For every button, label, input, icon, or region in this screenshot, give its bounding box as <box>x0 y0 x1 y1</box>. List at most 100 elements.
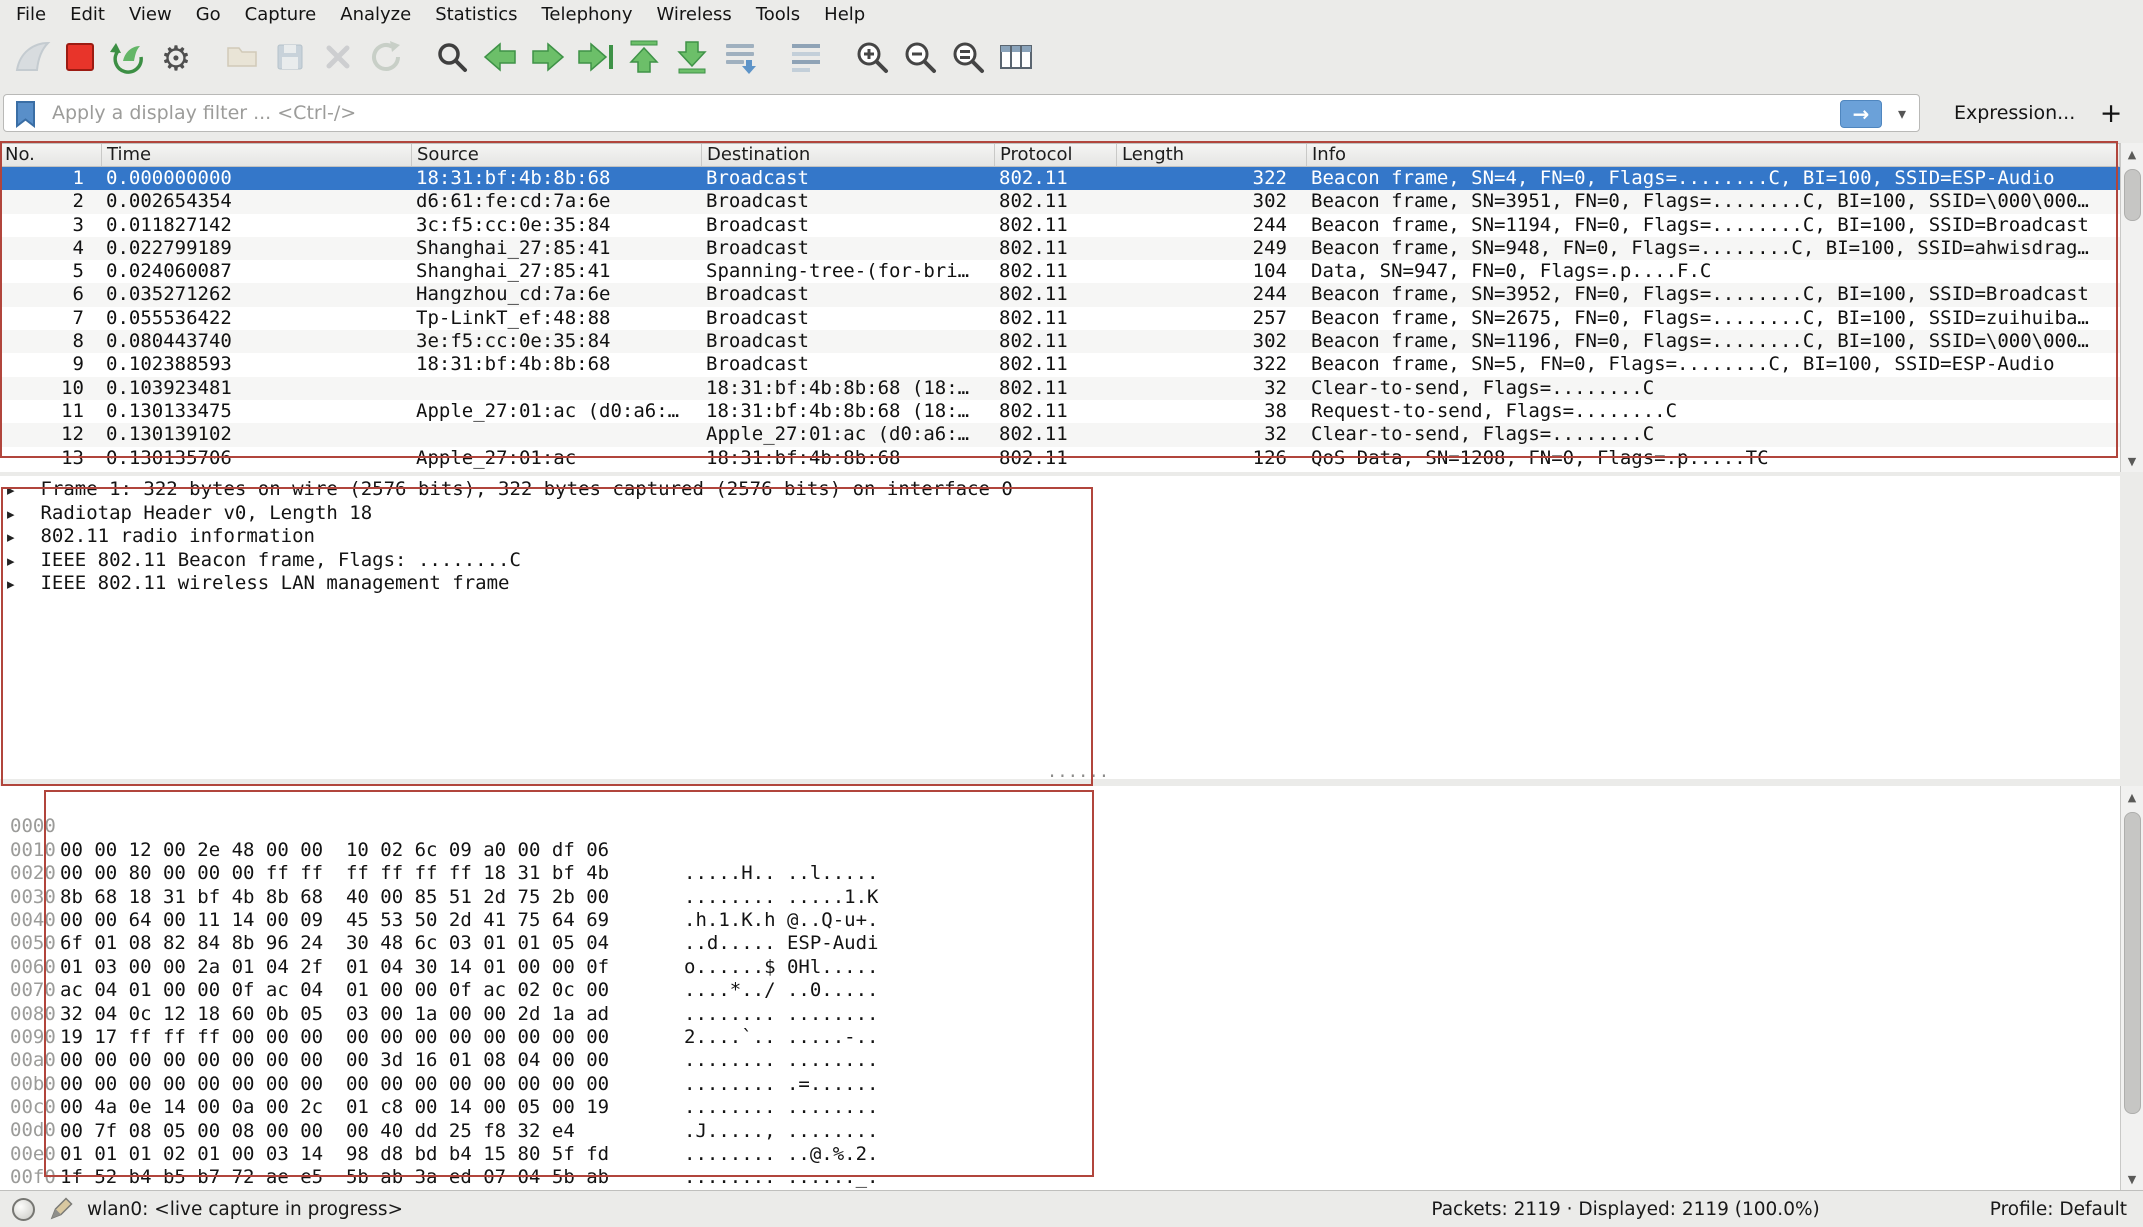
packet-list-scrollbar-thumb[interactable] <box>2124 169 2141 221</box>
splitter-handle-icon[interactable]: ······ <box>1000 764 1160 788</box>
column-header-no[interactable]: No. <box>0 144 102 166</box>
scroll-down-icon[interactable]: ▼ <box>2121 450 2143 472</box>
scroll-down-icon[interactable]: ▼ <box>2121 1168 2143 1190</box>
packet-protocol: 802.11 <box>995 400 1117 423</box>
hex-row[interactable]: 00f0 3a ed dd 09 00 10 18 02 03 00 9c 00… <box>0 1143 2120 1166</box>
hex-row[interactable]: 0020 8b 68 18 31 bf 4b 8b 68 40 00 85 51… <box>0 839 2120 862</box>
menu-item[interactable]: Wireless <box>644 0 743 30</box>
hex-row[interactable]: 00d0 01 01 01 02 01 00 03 14 98 d8 bd b4… <box>0 1096 2120 1119</box>
menu-item[interactable]: File <box>4 0 58 30</box>
column-header-time[interactable]: Time <box>102 144 412 166</box>
menu-item[interactable]: Analyze <box>328 0 423 30</box>
stop-capture-button[interactable] <box>56 36 104 82</box>
hex-row[interactable]: 00c0 00 7f 08 05 00 08 00 00 00 40 dd 25… <box>0 1073 2120 1096</box>
packet-row[interactable]: 13 0.130135706 Apple_27:01:ac 18:31:bf:4… <box>0 447 2120 470</box>
scroll-up-icon[interactable]: ▲ <box>2121 786 2143 808</box>
capture-options-button[interactable]: ⚙ <box>152 36 200 82</box>
expander-icon[interactable]: ▸ <box>0 550 29 574</box>
menu-item[interactable]: Telephony <box>529 0 644 30</box>
close-file-button[interactable] <box>314 36 362 82</box>
zoom-in-button[interactable] <box>848 36 896 82</box>
packet-length: 244 <box>1117 214 1307 237</box>
expander-icon[interactable]: ▸ <box>0 479 29 503</box>
packet-detail-row[interactable]: ▸ IEEE 802.11 Beacon frame, Flags: .....… <box>0 549 2120 573</box>
hex-row[interactable]: 0080 19 17 ff ff ff 00 00 00 00 00 00 00… <box>0 979 2120 1002</box>
expression-button[interactable]: Expression... <box>1954 102 2075 124</box>
auto-scroll-button[interactable] <box>716 36 764 82</box>
resize-columns-button[interactable] <box>992 36 1040 82</box>
go-to-top-button[interactable] <box>620 36 668 82</box>
restart-capture-button[interactable] <box>104 36 152 82</box>
hex-row[interactable]: 0090 00 00 00 00 00 00 00 00 00 3d 16 01… <box>0 1003 2120 1026</box>
menu-item[interactable]: Tools <box>744 0 812 30</box>
column-header-protocol[interactable]: Protocol <box>995 144 1117 166</box>
capture-comment-icon[interactable] <box>49 1197 73 1221</box>
packet-row[interactable]: 10 0.103923481 18:31:bf:4b:8b:68 (18:… 8… <box>0 377 2120 400</box>
add-filter-button[interactable]: + <box>2093 98 2129 129</box>
hex-pane-scrollbar[interactable]: ▲ ▼ <box>2120 786 2143 1190</box>
go-to-packet-button[interactable] <box>572 36 620 82</box>
go-forward-button[interactable] <box>524 36 572 82</box>
go-to-bottom-button[interactable] <box>668 36 716 82</box>
start-capture-button[interactable] <box>8 36 56 82</box>
filter-history-caret[interactable]: ▾ <box>1888 102 1916 124</box>
hex-row[interactable]: 00a0 00 00 00 00 00 00 00 00 00 00 00 00… <box>0 1026 2120 1049</box>
packet-row[interactable]: 4 0.022799189 Shanghai_27:85:41 Broadcas… <box>0 237 2120 260</box>
save-file-button[interactable] <box>266 36 314 82</box>
packet-detail-row[interactable]: ▸ 802.11 radio information <box>0 525 2120 549</box>
hex-row[interactable]: 0010 00 00 80 00 00 00 ff ff ff ff ff ff… <box>0 815 2120 838</box>
menu-item[interactable]: Edit <box>58 0 117 30</box>
packet-list-scrollbar[interactable]: ▲ ▼ <box>2120 143 2143 472</box>
packet-row[interactable]: 7 0.055536422 Tp-LinkT_ef:48:88 Broadcas… <box>0 307 2120 330</box>
expander-icon[interactable]: ▸ <box>0 526 29 550</box>
packet-no: 7 <box>0 307 102 330</box>
column-header-length[interactable]: Length <box>1117 144 1307 166</box>
packet-row[interactable]: 6 0.035271262 Hangzhou_cd:7a:6e Broadcas… <box>0 283 2120 306</box>
zoom-out-button[interactable] <box>896 36 944 82</box>
colorize-button[interactable] <box>782 36 830 82</box>
find-packet-button[interactable] <box>428 36 476 82</box>
column-header-info[interactable]: Info <box>1307 144 2120 166</box>
packet-row[interactable]: 9 0.102388593 18:31:bf:4b:8b:68 Broadcas… <box>0 353 2120 376</box>
hex-scrollbar-thumb[interactable] <box>2124 812 2141 1114</box>
packet-row[interactable]: 5 0.024060087 Shanghai_27:85:41 Spanning… <box>0 260 2120 283</box>
apply-filter-button[interactable]: → <box>1840 100 1882 128</box>
hex-row[interactable]: 00e0 1f 52 b4 b5 b7 72 ae e5 5b ab 3a ed… <box>0 1119 2120 1142</box>
filter-bookmark-icon[interactable] <box>13 100 39 132</box>
menu-item[interactable]: Capture <box>233 0 329 30</box>
packet-row[interactable]: 2 0.002654354 d6:61:fe:cd:7a:6e Broadcas… <box>0 190 2120 213</box>
packet-row[interactable]: 11 0.130133475 Apple_27:01:ac (d0:a6:… 1… <box>0 400 2120 423</box>
expander-icon[interactable]: ▸ <box>0 573 29 597</box>
go-back-button[interactable] <box>476 36 524 82</box>
hex-row[interactable]: 0040 6f 01 08 82 84 8b 96 24 30 48 6c 03… <box>0 886 2120 909</box>
open-file-button[interactable] <box>218 36 266 82</box>
hex-row[interactable]: 00b0 00 4a 0e 14 00 0a 00 2c 01 c8 00 14… <box>0 1049 2120 1072</box>
hex-row[interactable]: 0070 32 04 0c 12 18 60 0b 05 03 00 1a 00… <box>0 956 2120 979</box>
hex-row[interactable]: 0060 ac 04 01 00 00 0f ac 04 01 00 00 0f… <box>0 932 2120 955</box>
hex-row[interactable]: 0050 01 03 00 00 2a 01 04 2f 01 04 30 14… <box>0 909 2120 932</box>
menu-item[interactable]: Statistics <box>423 0 529 30</box>
packet-row[interactable]: 3 0.011827142 3c:f5:cc:0e:35:84 Broadcas… <box>0 214 2120 237</box>
packet-detail-row[interactable]: ▸ Frame 1: 322 bytes on wire (2576 bits)… <box>0 478 2120 502</box>
hex-row[interactable]: 0030 00 00 64 00 11 14 00 09 45 53 50 2d… <box>0 862 2120 885</box>
menu-item[interactable]: Help <box>812 0 877 30</box>
packet-detail-row[interactable]: ▸ IEEE 802.11 wireless LAN management fr… <box>0 572 2120 596</box>
scroll-up-icon[interactable]: ▲ <box>2121 143 2143 165</box>
column-header-source[interactable]: Source <box>412 144 702 166</box>
packet-protocol: 802.11 <box>995 190 1117 213</box>
expert-info-icon[interactable] <box>12 1198 35 1221</box>
packet-row[interactable]: 12 0.130139102 Apple_27:01:ac (d0:a6:… 8… <box>0 423 2120 446</box>
profile-text[interactable]: Profile: Default <box>1990 1199 2127 1220</box>
zoom-reset-button[interactable] <box>944 36 992 82</box>
packet-detail-row[interactable]: ▸ Radiotap Header v0, Length 18 <box>0 502 2120 526</box>
display-filter-input[interactable] <box>3 94 1920 132</box>
reload-file-button[interactable] <box>362 36 410 82</box>
hex-row[interactable]: 0100 50 f2 02 01 01 84 00 03 a4 00 00 27… <box>0 1166 2120 1189</box>
hex-row[interactable]: 0000 00 00 12 00 2e 48 00 00 10 02 6c 09… <box>0 792 2120 815</box>
column-header-destination[interactable]: Destination <box>702 144 995 166</box>
packet-row[interactable]: 1 0.000000000 18:31:bf:4b:8b:68 Broadcas… <box>0 167 2120 190</box>
packet-row[interactable]: 8 0.080443740 3e:f5:cc:0e:35:84 Broadcas… <box>0 330 2120 353</box>
menu-item[interactable]: View <box>117 0 184 30</box>
expander-icon[interactable]: ▸ <box>0 503 29 527</box>
menu-item[interactable]: Go <box>184 0 233 30</box>
